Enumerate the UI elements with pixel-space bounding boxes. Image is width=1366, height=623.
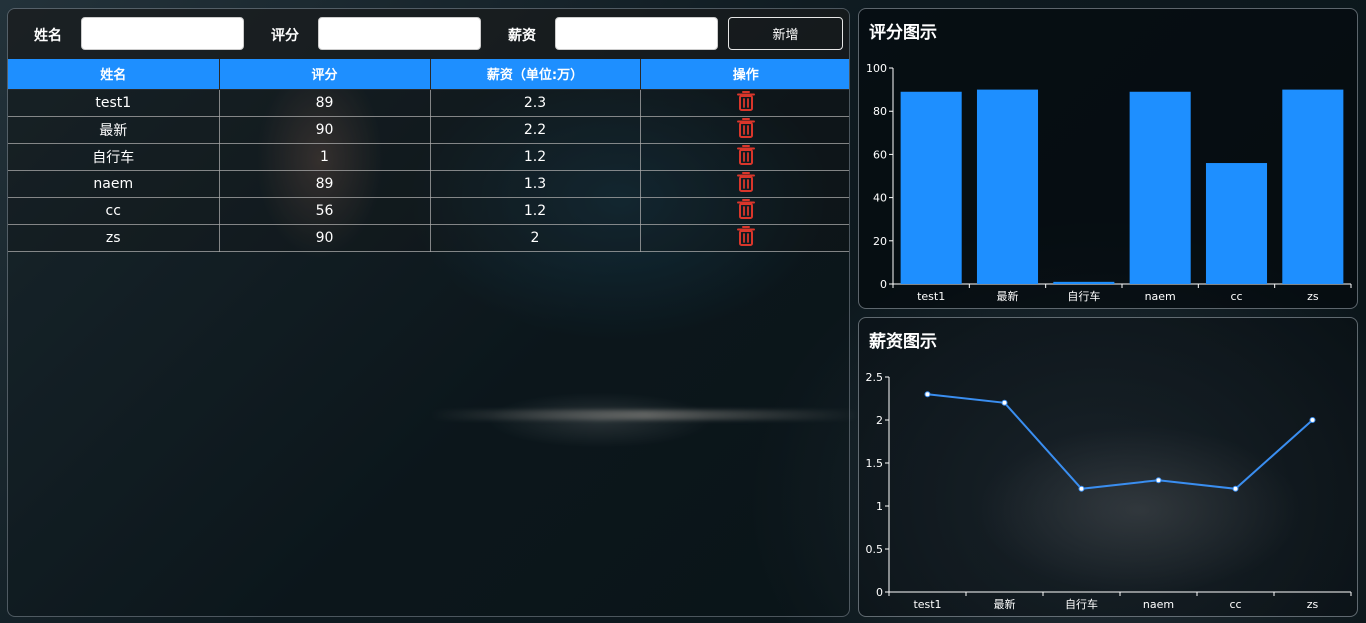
x-tick-label: test1 xyxy=(917,290,945,303)
x-tick-label: 自行车 xyxy=(1067,289,1100,303)
x-tick-label: test1 xyxy=(913,598,941,611)
cell-score: 90 xyxy=(218,115,431,144)
column-header-salary: 薪资（单位:万） xyxy=(429,59,641,90)
y-tick-label: 0.5 xyxy=(866,543,884,556)
delete-trash-icon[interactable] xyxy=(736,225,755,251)
cell-salary: 1.2 xyxy=(429,196,641,225)
cell-name: 最新 xyxy=(8,115,220,144)
score-bar xyxy=(1129,91,1191,284)
cell-salary: 2.2 xyxy=(429,115,641,144)
cell-score: 56 xyxy=(218,196,431,225)
y-tick-label: 2 xyxy=(876,414,883,427)
x-tick-label: zs xyxy=(1307,598,1319,611)
cell-name: cc xyxy=(8,196,220,225)
y-tick-label: 2.5 xyxy=(866,371,884,384)
cell-actions xyxy=(639,169,849,198)
cell-score: 90 xyxy=(218,223,431,252)
table-row: naem 89 1.3 xyxy=(8,169,849,198)
delete-trash-icon[interactable] xyxy=(736,144,755,170)
cell-actions xyxy=(639,142,849,171)
table-row: test1 89 2.3 xyxy=(8,88,849,117)
salary-data-point xyxy=(1001,399,1008,406)
y-tick-label: 100 xyxy=(866,62,887,75)
column-header-actions: 操作 xyxy=(639,59,849,90)
cell-actions xyxy=(639,196,849,225)
salary-input[interactable] xyxy=(555,17,718,50)
delete-trash-icon[interactable] xyxy=(736,171,755,197)
score-label: 评分 xyxy=(271,28,299,44)
salary-data-point xyxy=(924,391,931,398)
score-input[interactable] xyxy=(318,17,481,50)
cell-score: 89 xyxy=(218,169,431,198)
y-tick-label: 0 xyxy=(876,586,883,599)
cell-name: 自行车 xyxy=(8,142,220,171)
employee-table-panel: 姓名 评分 薪资 新增 姓名 评分 薪资（单位:万） 操作 test1 89 2.3… xyxy=(7,8,850,617)
x-tick-label: 最新 xyxy=(997,289,1019,303)
delete-trash-icon[interactable] xyxy=(736,198,755,224)
x-tick-label: zs xyxy=(1307,290,1319,303)
score-bar xyxy=(1282,89,1344,284)
cell-name: zs xyxy=(8,223,220,252)
delete-trash-icon[interactable] xyxy=(736,90,755,116)
table-row: 自行车 1 1.2 xyxy=(8,142,849,171)
salary-data-point xyxy=(1155,477,1162,484)
y-tick-label: 40 xyxy=(873,192,887,205)
cell-name: test1 xyxy=(8,88,220,117)
salary-line-series xyxy=(927,393,1314,490)
table-header-row: 姓名 评分 薪资（单位:万） 操作 xyxy=(8,59,849,90)
employee-table: 姓名 评分 薪资（单位:万） 操作 test1 89 2.3 最新 90 2.2 自行车 1 1… xyxy=(8,59,849,252)
salary-label: 薪资 xyxy=(508,28,536,44)
score-bar xyxy=(1205,163,1268,284)
y-tick-label: 80 xyxy=(873,105,887,118)
cell-name: naem xyxy=(8,169,220,198)
score-chart-panel: 评分图示 0 20 40 60 80 100 test1 最新 自行车 naem cc zs xyxy=(858,8,1358,309)
cell-actions xyxy=(639,115,849,144)
x-tick-label: cc xyxy=(1229,598,1241,611)
add-button[interactable]: 新增 xyxy=(728,17,843,50)
x-tick-label: 最新 xyxy=(994,597,1016,611)
delete-trash-icon[interactable] xyxy=(736,117,755,143)
cell-actions xyxy=(639,88,849,117)
salary-data-point xyxy=(1078,485,1085,492)
salary-data-point xyxy=(1232,485,1239,492)
y-tick-label: 1.5 xyxy=(866,457,884,470)
cell-salary: 2 xyxy=(429,223,641,252)
column-header-name: 姓名 xyxy=(8,59,220,90)
score-bar xyxy=(1053,281,1115,284)
x-tick-label: 自行车 xyxy=(1065,597,1098,611)
y-tick-label: 20 xyxy=(873,235,887,248)
add-employee-form: 姓名 评分 薪资 新增 xyxy=(8,9,849,59)
cell-score: 89 xyxy=(218,88,431,117)
x-tick-label: naem xyxy=(1143,598,1174,611)
table-row: cc 56 1.2 xyxy=(8,196,849,225)
y-tick-label: 60 xyxy=(873,148,887,161)
name-input[interactable] xyxy=(81,17,244,50)
cell-salary: 2.3 xyxy=(429,88,641,117)
score-bar xyxy=(900,91,962,284)
y-tick-label: 1 xyxy=(876,500,883,513)
x-tick-label: cc xyxy=(1230,290,1242,303)
cell-salary: 1.3 xyxy=(429,169,641,198)
name-label: 姓名 xyxy=(34,28,62,44)
cell-score: 1 xyxy=(218,142,431,171)
table-row: 最新 90 2.2 xyxy=(8,115,849,144)
cell-salary: 1.2 xyxy=(429,142,641,171)
salary-line-chart: 0 0.5 1 1.5 2 2.5 test1 最新 自行车 naem cc zs xyxy=(866,371,1352,611)
salary-data-point xyxy=(1309,417,1316,423)
score-bar-chart: 0 20 40 60 80 100 test1 最新 自行车 naem cc zs xyxy=(866,62,1352,303)
column-header-score: 评分 xyxy=(218,59,431,90)
salary-chart-panel: 薪资图示 0 0.5 1 1.5 2 2.5 test1 最新 自行车 naem cc zs xyxy=(858,317,1358,617)
score-bar xyxy=(976,89,1039,284)
y-tick-label: 0 xyxy=(880,278,887,291)
cell-actions xyxy=(639,223,849,252)
x-tick-label: naem xyxy=(1145,290,1176,303)
table-row: zs 90 2 xyxy=(8,223,849,252)
